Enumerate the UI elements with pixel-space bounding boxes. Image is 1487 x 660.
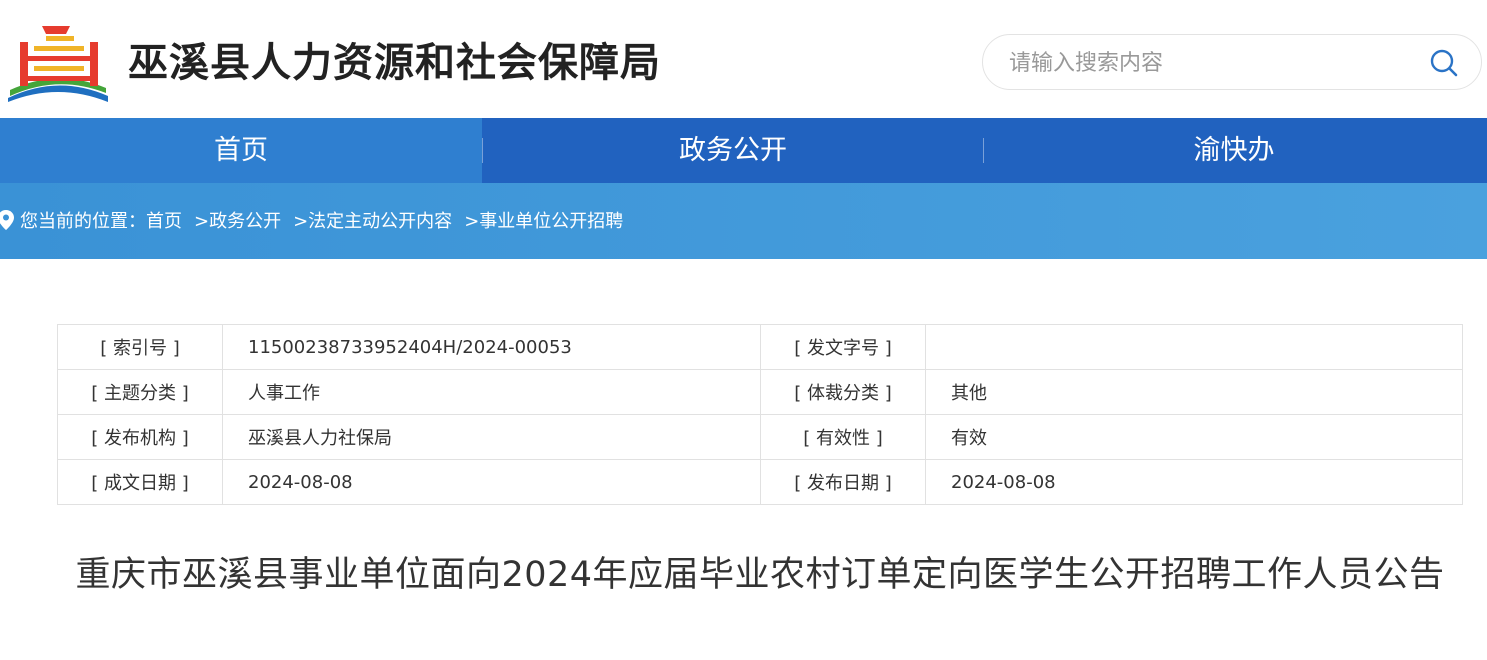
nav-item-home[interactable]: 首页 xyxy=(0,118,482,183)
meta-label-index: [ 索引号 ] xyxy=(57,324,223,370)
meta-value-validity: 有效 xyxy=(925,414,1463,460)
nav-item-gov-affairs[interactable]: 政务公开 xyxy=(483,118,983,183)
meta-value-written-date: 2024-08-08 xyxy=(222,459,761,505)
meta-label-publish-date: [ 发布日期 ] xyxy=(760,459,926,505)
header: 巫溪县人力资源和社会保障局 xyxy=(0,0,1487,118)
table-row: [ 发布机构 ] 巫溪县人力社保局 [ 有效性 ] 有效 xyxy=(57,414,1463,460)
breadcrumb-home[interactable]: 首页 xyxy=(146,207,182,233)
bureau-logo[interactable] xyxy=(6,18,110,102)
meta-label-topic: [ 主题分类 ] xyxy=(57,369,223,415)
meta-value-genre: 其他 xyxy=(925,369,1463,415)
breadcrumb-bar: 您当前的位置： 首页 >政务公开 >法定主动公开内容 >事业单位公开招聘 xyxy=(0,183,1487,259)
main-nav: 首页 政务公开 渝快办 xyxy=(0,118,1487,183)
meta-value-topic: 人事工作 xyxy=(222,369,761,415)
breadcrumb-public-recruitment[interactable]: >事业单位公开招聘 xyxy=(464,207,623,233)
search-icon[interactable] xyxy=(1429,48,1459,78)
meta-label-genre: [ 体裁分类 ] xyxy=(760,369,926,415)
table-row: [ 索引号 ] 11500238733952404H/2024-00053 [ … xyxy=(57,324,1463,370)
site-title: 巫溪县人力资源和社会保障局 xyxy=(128,40,661,86)
document-meta-table: [ 索引号 ] 11500238733952404H/2024-00053 [ … xyxy=(57,324,1463,505)
breadcrumb-prefix: 您当前的位置： xyxy=(20,211,146,232)
table-row: [ 主题分类 ] 人事工作 [ 体裁分类 ] 其他 xyxy=(57,369,1463,415)
meta-value-index: 11500238733952404H/2024-00053 xyxy=(222,324,761,370)
breadcrumb-statutory-disclosure[interactable]: >法定主动公开内容 xyxy=(293,207,452,233)
meta-label-doc-number: [ 发文字号 ] xyxy=(760,324,926,370)
meta-value-doc-number xyxy=(925,324,1463,370)
breadcrumb-gov-affairs[interactable]: >政务公开 xyxy=(194,207,281,233)
location-pin-icon xyxy=(0,210,14,230)
search-box xyxy=(982,34,1482,90)
table-row: [ 成文日期 ] 2024-08-08 [ 发布日期 ] 2024-08-08 xyxy=(57,459,1463,505)
meta-label-validity: [ 有效性 ] xyxy=(760,414,926,460)
breadcrumb: 您当前的位置： 首页 >政务公开 >法定主动公开内容 >事业单位公开招聘 xyxy=(0,205,623,235)
meta-label-written-date: [ 成文日期 ] xyxy=(57,459,223,505)
meta-value-publish-date: 2024-08-08 xyxy=(925,459,1463,505)
search-input[interactable] xyxy=(1007,45,1411,81)
meta-label-publisher: [ 发布机构 ] xyxy=(57,414,223,460)
meta-value-publisher: 巫溪县人力社保局 xyxy=(222,414,761,460)
nav-item-yukuaiban[interactable]: 渝快办 xyxy=(984,118,1484,183)
article-title: 重庆市巫溪县事业单位面向2024年应届毕业农村订单定向医学生公开招聘工作人员公告 xyxy=(75,555,1445,595)
